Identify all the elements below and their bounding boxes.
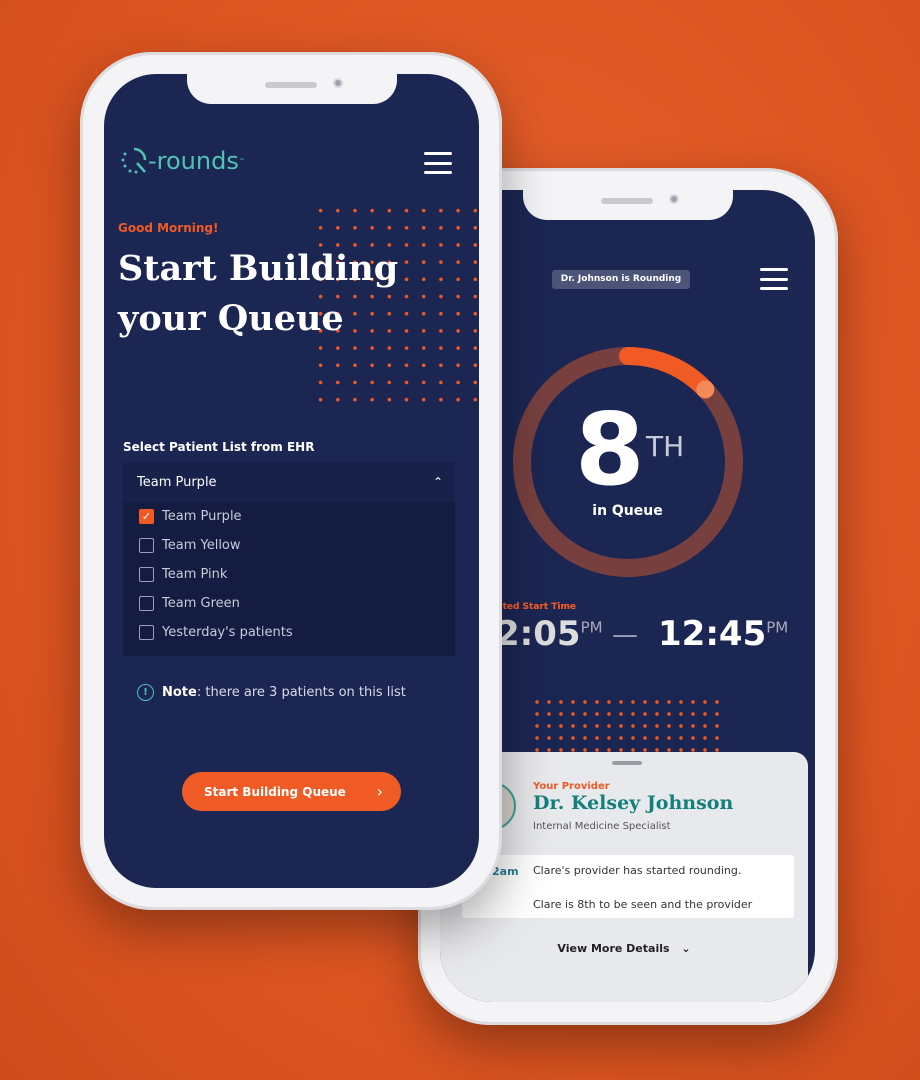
- dropdown-selected: Team Purple: [137, 474, 217, 490]
- dropdown-option[interactable]: Team Pink: [139, 560, 439, 589]
- cta-label: Start Building Queue: [204, 784, 346, 799]
- start-time-to: 12:45PM: [658, 614, 788, 654]
- checkbox[interactable]: ✓: [139, 509, 154, 524]
- checkbox[interactable]: [139, 567, 154, 582]
- title-line: Start Building: [118, 248, 399, 289]
- option-label: Team Yellow: [162, 538, 241, 553]
- logo-text: -rounds: [148, 147, 239, 175]
- option-label: Team Green: [162, 596, 240, 611]
- menu-icon[interactable]: [760, 268, 788, 290]
- queue-position: 8: [575, 391, 645, 508]
- queue-suffix: TH: [646, 430, 685, 463]
- time-from: 2:05: [496, 614, 581, 654]
- select-label: Select Patient List from EHR: [123, 440, 315, 454]
- updates-card: 2am Clare's provider has started roundin…: [462, 855, 794, 918]
- provider-specialty: Internal Medicine Specialist: [533, 821, 671, 832]
- time-to: 12:45: [658, 614, 767, 654]
- queue-ring-progress: [619, 347, 715, 399]
- time-separator: —: [612, 620, 638, 650]
- chevron-right-icon: ›: [376, 782, 383, 801]
- queue-ring-knob: [696, 380, 715, 399]
- update-line: Clare's provider has started rounding.: [533, 864, 742, 877]
- info-icon: !: [137, 684, 154, 701]
- view-more-details-button[interactable]: View More Details ⌄: [440, 942, 808, 955]
- logo: -rounds ™: [120, 146, 245, 176]
- note-bold: Note: [162, 685, 197, 700]
- provider-eyebrow: Your Provider: [533, 781, 610, 792]
- start-building-queue-button[interactable]: Start Building Queue ›: [182, 772, 401, 811]
- option-label: Team Purple: [162, 509, 242, 524]
- checkbox[interactable]: [139, 538, 154, 553]
- note: ! Note: there are 3 patients on this lis…: [137, 684, 406, 701]
- update-line: Clare is 8th to be seen and the provider: [533, 898, 753, 911]
- dropdown-header[interactable]: Team Purple ⌃: [123, 462, 455, 502]
- sheet-handle[interactable]: [612, 761, 642, 765]
- start-time-from: 2:05PM: [496, 614, 603, 654]
- checkbox[interactable]: [139, 625, 154, 640]
- dropdown-option[interactable]: Team Green: [139, 589, 439, 618]
- chevron-down-icon: ⌄: [681, 942, 691, 955]
- logo-q-icon: [121, 147, 147, 174]
- notch: [522, 190, 733, 220]
- menu-icon[interactable]: [424, 152, 452, 174]
- front-phone: -rounds ™ Good Morning! Start Building yo…: [80, 52, 502, 910]
- view-more-label: View More Details: [557, 942, 670, 955]
- ampm: PM: [766, 618, 789, 637]
- update-time: 2am: [492, 865, 519, 878]
- option-label: Team Pink: [162, 567, 228, 582]
- dropdown-option[interactable]: ✓ Team Purple: [139, 502, 439, 531]
- page-title: Start Building your Queue: [118, 244, 398, 344]
- start-time-label-visible: cted Start Time: [497, 602, 576, 612]
- dropdown-option[interactable]: Team Yellow: [139, 531, 439, 560]
- title-line: your Queue: [118, 298, 344, 339]
- ampm: PM: [580, 618, 603, 637]
- patient-list-dropdown: Team Purple ⌃ ✓ Team Purple Team Yellow Tea…: [123, 462, 455, 656]
- note-text: : there are 3 patients on this list: [196, 685, 406, 700]
- dropdown-option[interactable]: Yesterday's patients: [139, 618, 439, 647]
- dot-pattern: [531, 696, 723, 756]
- greeting: Good Morning!: [118, 221, 219, 235]
- front-phone-screen: -rounds ™ Good Morning! Start Building yo…: [104, 74, 479, 888]
- notch: [186, 74, 397, 104]
- provider-name: Dr. Kelsey Johnson: [533, 792, 734, 814]
- status-pill: Dr. Johnson is Rounding: [552, 270, 690, 289]
- checkbox[interactable]: [139, 596, 154, 611]
- chevron-up-icon: ⌃: [432, 475, 443, 489]
- option-label: Yesterday's patients: [162, 625, 293, 640]
